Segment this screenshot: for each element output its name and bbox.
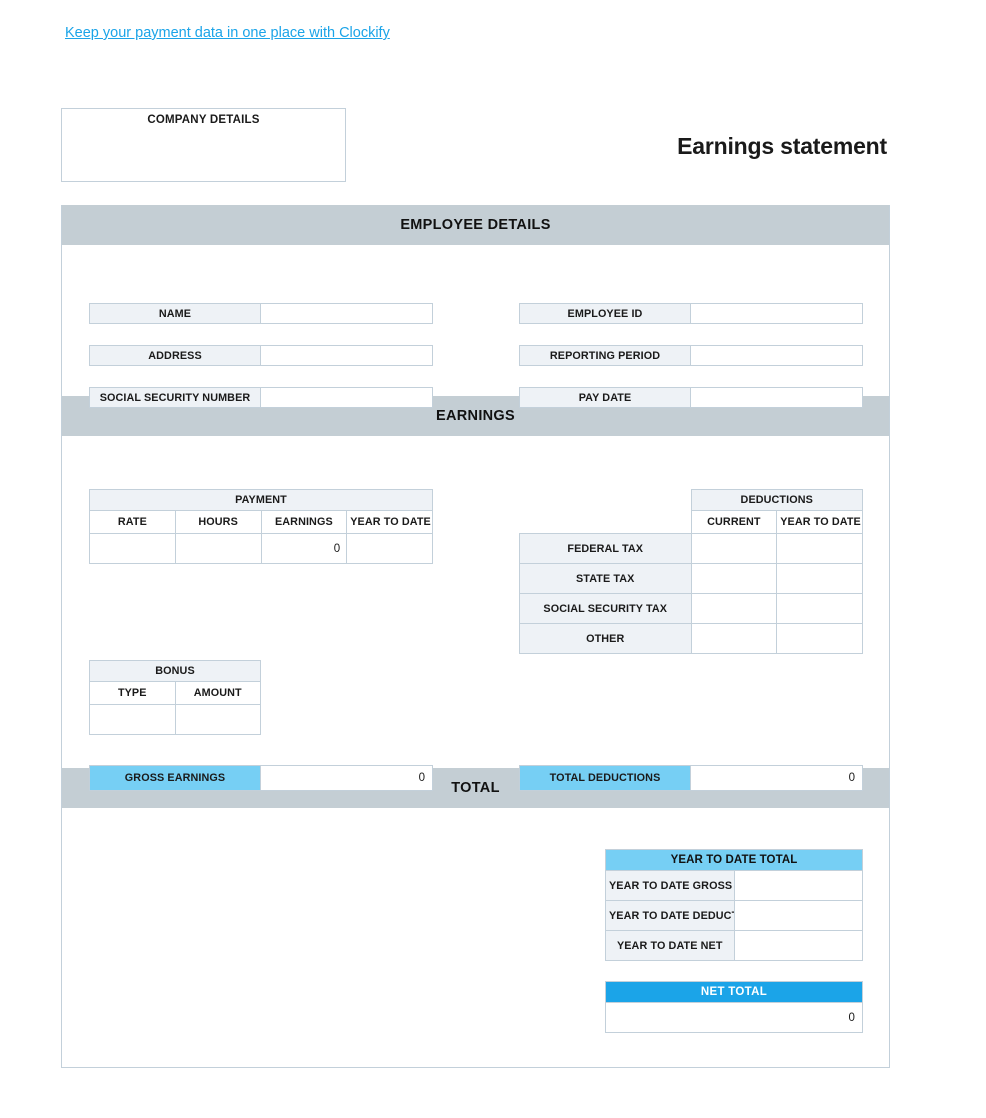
cell-social-security-tax-current[interactable] bbox=[690, 593, 778, 624]
cell-social-security-tax-ytd[interactable] bbox=[776, 593, 863, 624]
company-details-box[interactable]: COMPANY DETAILS bbox=[61, 108, 346, 182]
ytd-table-caption: YEAR TO DATE TOTAL bbox=[605, 849, 863, 871]
field-input-address[interactable] bbox=[261, 345, 433, 366]
field-input-name[interactable] bbox=[261, 303, 433, 324]
gross-earnings-value[interactable]: 0 bbox=[261, 765, 433, 791]
employee-details-body: NAME ADDRESS SOCIAL SECURITY NUMBER EMPL… bbox=[62, 245, 889, 408]
table-header-row: RATE HOURS EARNINGS YEAR TO DATE bbox=[89, 510, 433, 534]
col-header-deductions-ytd: YEAR TO DATE bbox=[776, 510, 863, 534]
table-row: STATE TAX bbox=[519, 563, 863, 594]
col-header-earnings: EARNINGS bbox=[260, 510, 348, 534]
section-header-employee-details: EMPLOYEE DETAILS bbox=[62, 205, 889, 245]
page-title: Earnings statement bbox=[677, 133, 887, 159]
table-row: YEAR TO DATE DEDUCTIONS bbox=[605, 900, 863, 931]
row-label-ytd-deductions: YEAR TO DATE DEDUCTIONS bbox=[605, 900, 735, 931]
table-caption-row: PAYMENT bbox=[89, 489, 433, 511]
payment-table: PAYMENT RATE HOURS EARNINGS YEAR TO DATE… bbox=[89, 489, 433, 564]
gross-earnings-row: GROSS EARNINGS 0 bbox=[89, 765, 433, 791]
table-row: FEDERAL TAX bbox=[519, 533, 863, 564]
cell-ytd-deductions-value[interactable] bbox=[733, 900, 863, 931]
row-label-ytd-net: YEAR TO DATE NET bbox=[605, 930, 735, 961]
table-row: SOCIAL SECURITY TAX bbox=[519, 593, 863, 624]
total-body: YEAR TO DATE TOTAL YEAR TO DATE GROSS YE… bbox=[62, 808, 889, 1074]
bonus-table: BONUS TYPE AMOUNT bbox=[89, 660, 261, 735]
cell-other-current[interactable] bbox=[690, 623, 778, 654]
col-header-year-to-date: YEAR TO DATE bbox=[346, 510, 433, 534]
field-row-ssn: SOCIAL SECURITY NUMBER bbox=[89, 387, 433, 408]
field-row-pay-date: PAY DATE bbox=[519, 387, 863, 408]
table-row: YEAR TO DATE GROSS bbox=[605, 870, 863, 901]
field-label-reporting-period: REPORTING PERIOD bbox=[519, 345, 691, 366]
bonus-table-caption: BONUS bbox=[89, 660, 261, 682]
table-header-row: TYPE AMOUNT bbox=[89, 681, 261, 705]
table-caption-row: BONUS bbox=[89, 660, 261, 682]
row-label-ytd-gross: YEAR TO DATE GROSS bbox=[605, 870, 735, 901]
cell-ytd-net-value[interactable] bbox=[733, 930, 863, 961]
field-row-reporting-period: REPORTING PERIOD bbox=[519, 345, 863, 366]
cell-federal-tax-ytd[interactable] bbox=[776, 533, 863, 564]
col-header-current: CURRENT bbox=[690, 510, 778, 534]
field-row-name: NAME bbox=[89, 303, 433, 324]
field-row-employee-id: EMPLOYEE ID bbox=[519, 303, 863, 324]
field-input-employee-id[interactable] bbox=[691, 303, 863, 324]
net-total-table: NET TOTAL 0 bbox=[605, 981, 863, 1033]
clockify-promo-link[interactable]: Keep your payment data in one place with… bbox=[65, 25, 390, 41]
table-row: 0 bbox=[605, 1002, 863, 1033]
deductions-table: DEDUCTIONS CURRENT YEAR TO DATE FEDERAL … bbox=[519, 489, 863, 654]
field-label-address: ADDRESS bbox=[89, 345, 261, 366]
net-total-caption: NET TOTAL bbox=[605, 981, 863, 1003]
payment-table-caption: PAYMENT bbox=[89, 489, 433, 511]
year-to-date-total-table: YEAR TO DATE TOTAL YEAR TO DATE GROSS YE… bbox=[605, 849, 863, 961]
deductions-table-caption: DEDUCTIONS bbox=[690, 489, 863, 511]
field-label-employee-id: EMPLOYEE ID bbox=[519, 303, 691, 324]
table-row: 0 bbox=[89, 533, 433, 564]
cell-ytd-gross-value[interactable] bbox=[733, 870, 863, 901]
cell-federal-tax-current[interactable] bbox=[690, 533, 778, 564]
cell-hours[interactable] bbox=[174, 533, 262, 564]
cell-year-to-date[interactable] bbox=[346, 533, 433, 564]
total-deductions-value[interactable]: 0 bbox=[691, 765, 863, 791]
earnings-body: PAYMENT RATE HOURS EARNINGS YEAR TO DATE… bbox=[62, 436, 889, 791]
cell-earnings[interactable]: 0 bbox=[260, 533, 348, 564]
table-caption-row: NET TOTAL bbox=[605, 981, 863, 1003]
table-row bbox=[89, 704, 261, 735]
company-details-label: COMPANY DETAILS bbox=[147, 114, 260, 126]
field-input-social-security-number[interactable] bbox=[261, 387, 433, 408]
cell-bonus-type[interactable] bbox=[89, 704, 176, 735]
cell-other-ytd[interactable] bbox=[776, 623, 863, 654]
gross-earnings-label: GROSS EARNINGS bbox=[89, 765, 261, 791]
field-label-pay-date: PAY DATE bbox=[519, 387, 691, 408]
row-label-federal-tax: FEDERAL TAX bbox=[519, 533, 692, 564]
table-row: OTHER bbox=[519, 623, 863, 654]
cell-state-tax-current[interactable] bbox=[690, 563, 778, 594]
col-header-type: TYPE bbox=[89, 681, 176, 705]
field-label-name: NAME bbox=[89, 303, 261, 324]
col-header-amount: AMOUNT bbox=[174, 681, 261, 705]
cell-rate[interactable] bbox=[89, 533, 176, 564]
cell-state-tax-ytd[interactable] bbox=[776, 563, 863, 594]
field-input-reporting-period[interactable] bbox=[691, 345, 863, 366]
field-label-social-security-number: SOCIAL SECURITY NUMBER bbox=[89, 387, 261, 408]
total-deductions-row: TOTAL DEDUCTIONS 0 bbox=[519, 765, 863, 791]
earnings-statement-sheet: EMPLOYEE DETAILS NAME ADDRESS SOCIAL SEC… bbox=[61, 205, 890, 1068]
table-header-row: CURRENT YEAR TO DATE bbox=[520, 510, 863, 534]
row-label-other: OTHER bbox=[519, 623, 692, 654]
table-row: YEAR TO DATE NET bbox=[605, 930, 863, 961]
document-header: COMPANY DETAILS Earnings statement bbox=[61, 108, 890, 184]
col-header-hours: HOURS bbox=[174, 510, 262, 534]
field-row-address: ADDRESS bbox=[89, 345, 433, 366]
field-input-pay-date[interactable] bbox=[691, 387, 863, 408]
row-label-state-tax: STATE TAX bbox=[519, 563, 692, 594]
cell-bonus-amount[interactable] bbox=[174, 704, 261, 735]
net-total-value[interactable]: 0 bbox=[605, 1002, 863, 1033]
table-caption-row: DEDUCTIONS bbox=[520, 489, 863, 511]
col-header-rate: RATE bbox=[89, 510, 176, 534]
promo-banner: Keep your payment data in one place with… bbox=[65, 24, 390, 42]
total-deductions-label: TOTAL DEDUCTIONS bbox=[519, 765, 691, 791]
row-label-social-security-tax: SOCIAL SECURITY TAX bbox=[519, 593, 692, 624]
table-caption-row: YEAR TO DATE TOTAL bbox=[605, 849, 863, 871]
